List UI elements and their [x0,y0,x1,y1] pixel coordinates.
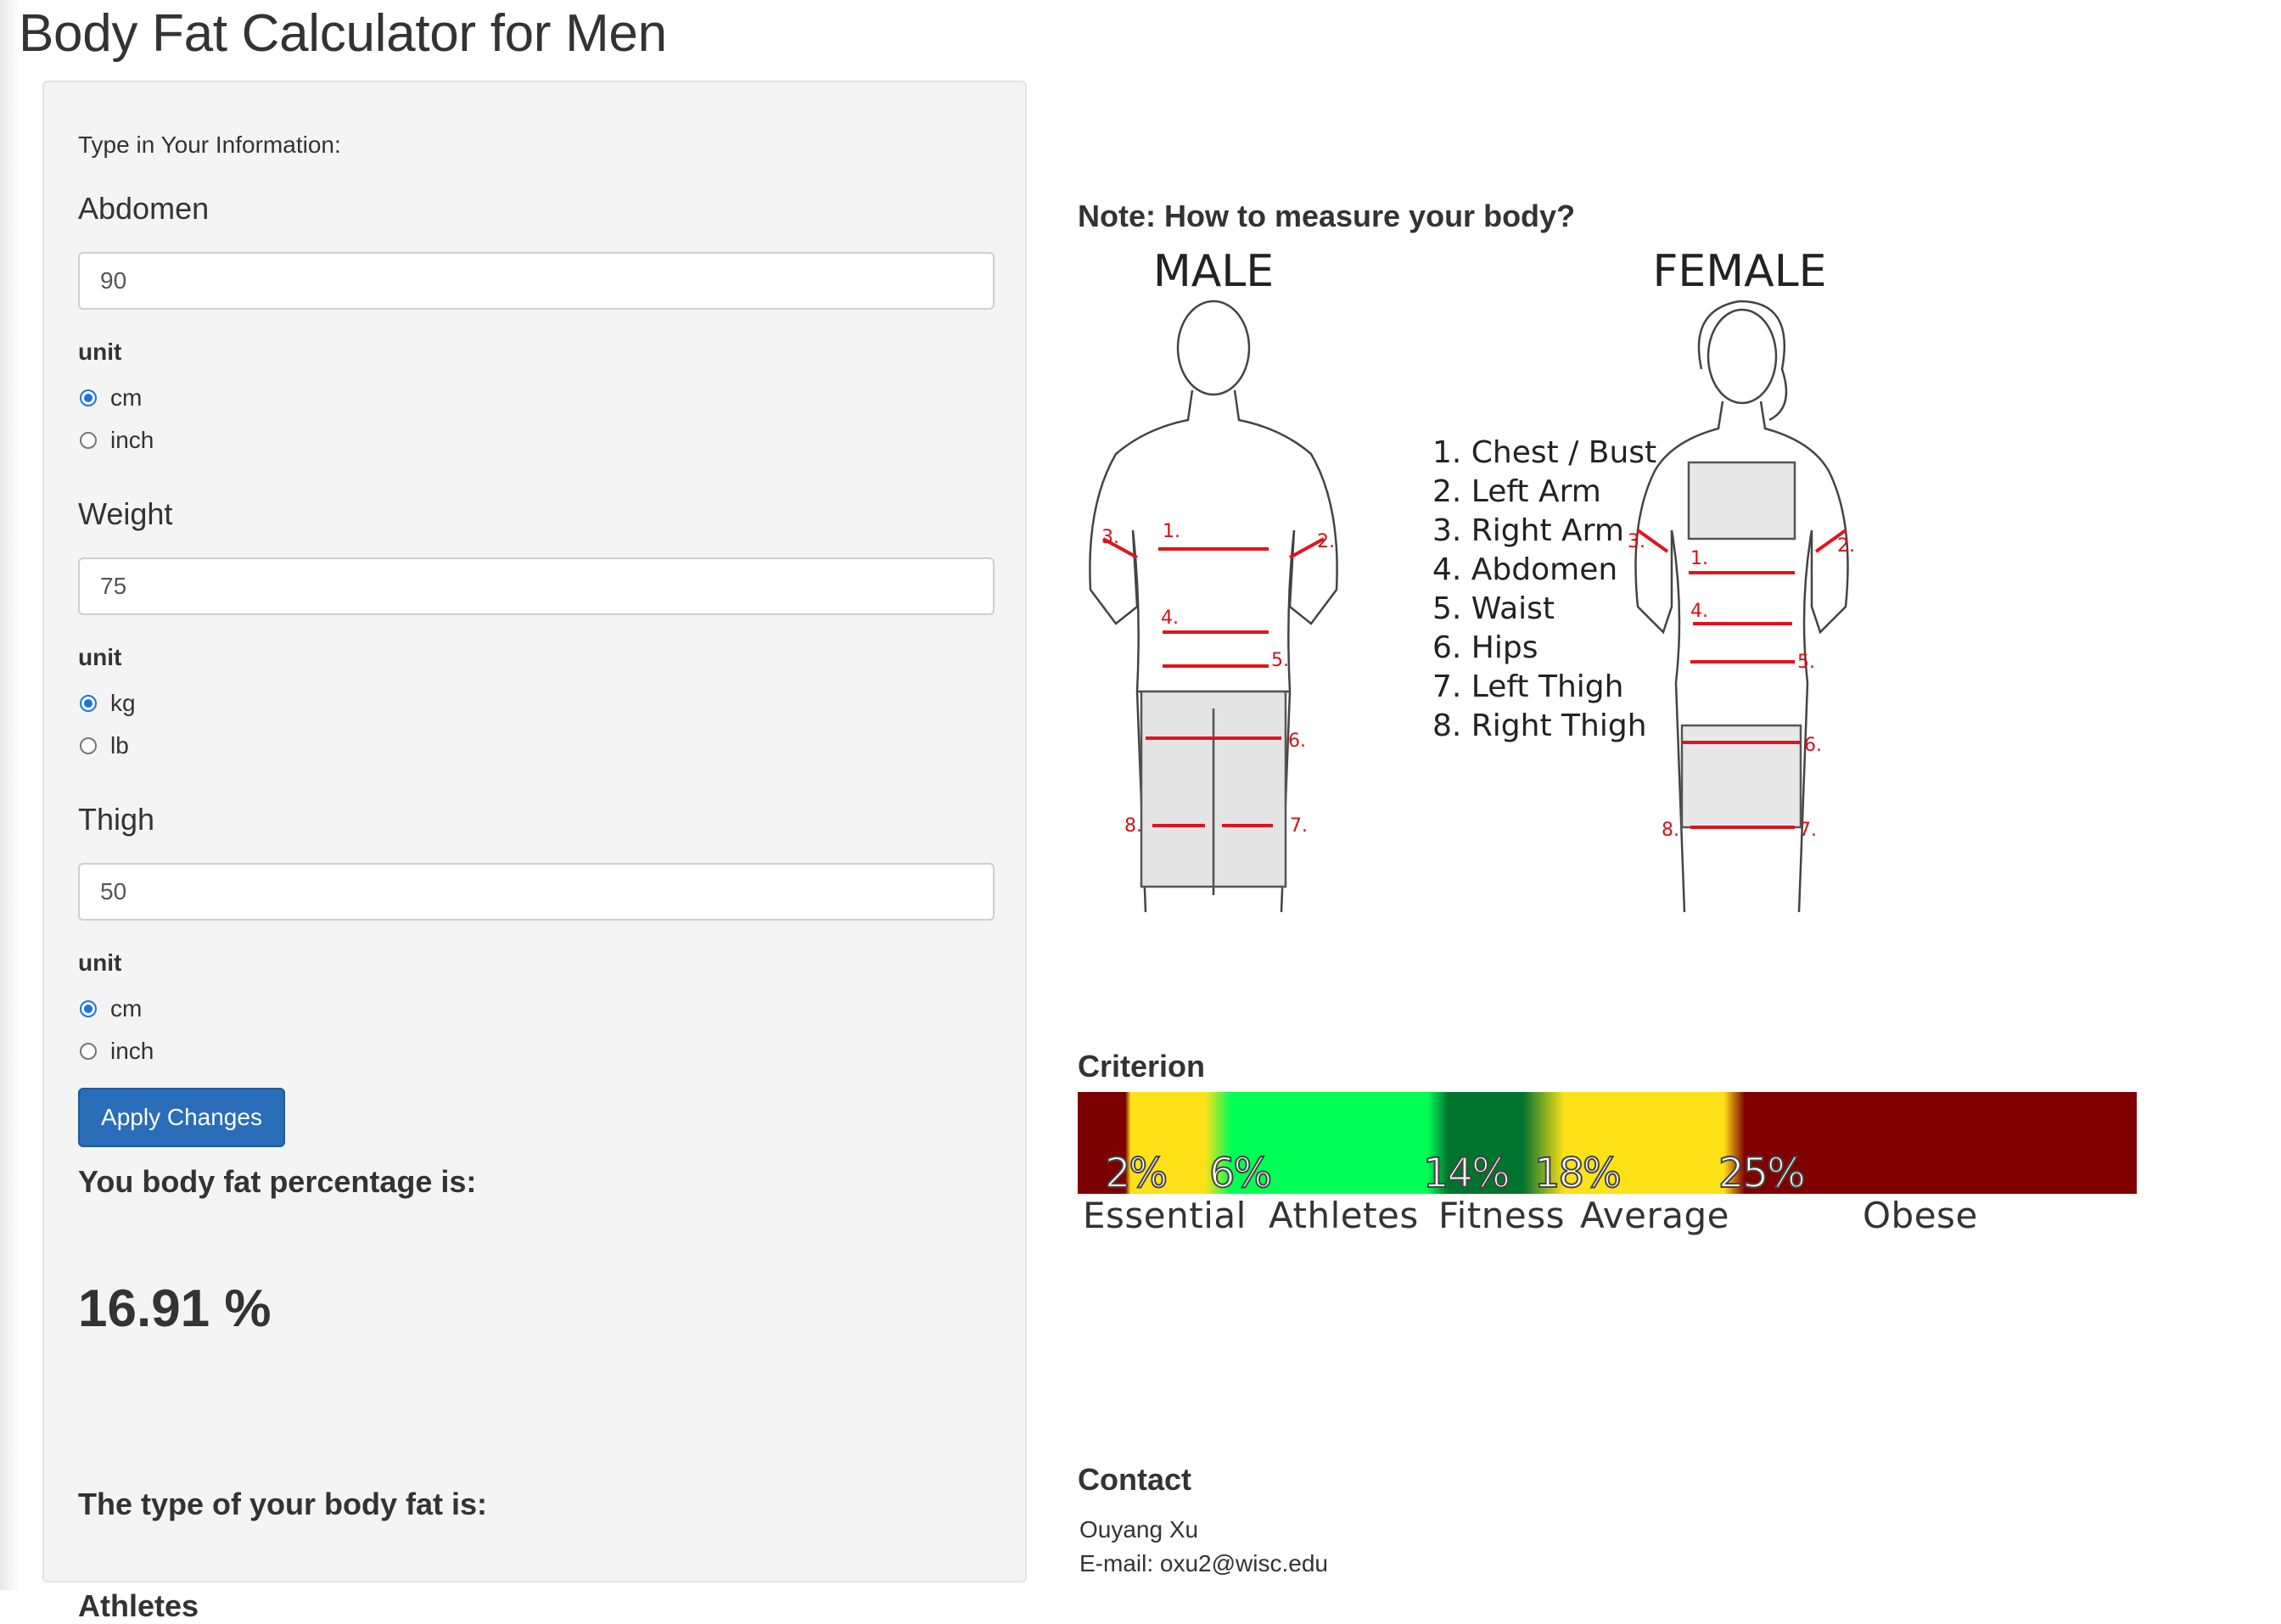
input-panel: Type in Your Information: Abdomen unit c… [42,81,1027,1623]
threshold-18: 18% [1533,1149,1622,1198]
thigh-unit-inch[interactable]: inch [78,1034,154,1068]
measurement-item: 6. Hips [1432,630,1538,665]
svg-text:5.: 5. [1271,650,1289,671]
category-athletes: Athletes [1269,1195,1419,1236]
svg-text:6.: 6. [1288,731,1306,752]
svg-text:8.: 8. [1662,820,1679,841]
svg-text:7.: 7. [1799,820,1817,841]
thigh-input[interactable] [78,863,995,921]
measurement-item: 8. Right Thigh [1432,708,1647,743]
thigh-unit-inch-label: inch [110,1038,154,1064]
body-fat-percentage-label: You body fat percentage is: [78,1164,477,1199]
svg-text:7.: 7. [1290,815,1308,837]
measurement-item: 7. Left Thigh [1432,669,1623,704]
weight-unit-kg[interactable]: kg [78,686,136,720]
radio-unchecked-icon[interactable] [80,737,97,754]
threshold-14: 14% [1422,1149,1511,1198]
threshold-2: 2% [1104,1149,1169,1198]
svg-text:3.: 3. [1101,527,1119,548]
radio-checked-icon[interactable] [80,695,97,712]
weight-unit-lb-label: lb [110,732,129,759]
svg-text:4.: 4. [1690,601,1708,622]
abdomen-unit-label: unit [78,339,122,365]
body-fat-type-value: Athletes [78,1588,199,1623]
category-fitness: Fitness [1438,1195,1565,1236]
criterion-title: Criterion [1078,1049,1206,1084]
category-obese: Obese [1863,1195,1978,1236]
measurement-item: 5. Waist [1432,591,1555,626]
abdomen-unit-inch[interactable]: inch [78,423,154,457]
measurement-item: 2. Left Arm [1432,474,1601,509]
svg-text:2.: 2. [1837,535,1855,557]
svg-text:6.: 6. [1804,735,1822,756]
weight-unit-lb[interactable]: lb [78,729,129,763]
thigh-label: Thigh [78,802,155,837]
form-hint: Type in Your Information: [78,132,341,158]
weight-label: Weight [78,496,173,531]
measurement-item: 1. Chest / Bust [1432,435,1656,470]
radio-checked-icon[interactable] [80,1000,97,1017]
contact-name: Ouyang Xu [1079,1516,1199,1543]
male-label: MALE [1153,250,1274,297]
female-label: FEMALE [1652,250,1826,297]
threshold-6: 6% [1208,1149,1273,1198]
abdomen-unit-cm-label: cm [110,384,143,411]
abdomen-input[interactable] [78,252,995,310]
abdomen-unit-cm[interactable]: cm [78,381,142,415]
abdomen-unit-inch-label: inch [110,427,154,453]
weight-unit-label: unit [78,644,122,670]
measurement-diagram: MALE FEMALE 1. 2. 3. 4. 5. 6. 7. 8. 1.2.3. 4… [1089,250,1855,913]
contact-title: Contact [1078,1462,1191,1497]
note-title: Note: How to measure your body? [1078,199,1576,233]
apply-changes-button[interactable]: Apply Changes [78,1088,285,1147]
svg-text:3.: 3. [1628,531,1645,552]
abdomen-label: Abdomen [78,191,210,226]
weight-unit-kg-label: kg [110,690,136,716]
svg-text:4.: 4. [1161,608,1179,629]
page-title: Body Fat Calculator for Men [19,4,667,63]
threshold-25: 25% [1718,1149,1807,1198]
body-fat-percentage-value: 16.91 % [78,1280,272,1338]
measurement-item: 4. Abdomen [1432,552,1617,587]
radio-checked-icon[interactable] [80,389,97,406]
thigh-unit-cm[interactable]: cm [78,992,142,1026]
body-fat-type-label: The type of your body fat is: [78,1487,488,1521]
svg-text:5.: 5. [1797,652,1815,673]
radio-unchecked-icon[interactable] [80,432,97,449]
category-average: Average [1580,1195,1729,1236]
measurement-item: 3. Right Arm [1432,513,1624,548]
category-essential: Essential [1083,1195,1247,1236]
radio-unchecked-icon[interactable] [80,1043,97,1060]
svg-text:2.: 2. [1317,531,1335,552]
svg-text:1.: 1. [1690,548,1708,569]
weight-input[interactable] [78,557,995,615]
left-edge-shadow [0,0,20,1590]
thigh-unit-cm-label: cm [110,995,143,1022]
measurement-list: 1. Chest / Bust 2. Left Arm 3. Right Arm… [1432,435,1656,743]
svg-text:1.: 1. [1163,521,1180,542]
contact-email: E-mail: oxu2@wisc.edu [1079,1550,1328,1576]
svg-text:8.: 8. [1124,815,1142,837]
thigh-unit-label: unit [78,949,122,976]
